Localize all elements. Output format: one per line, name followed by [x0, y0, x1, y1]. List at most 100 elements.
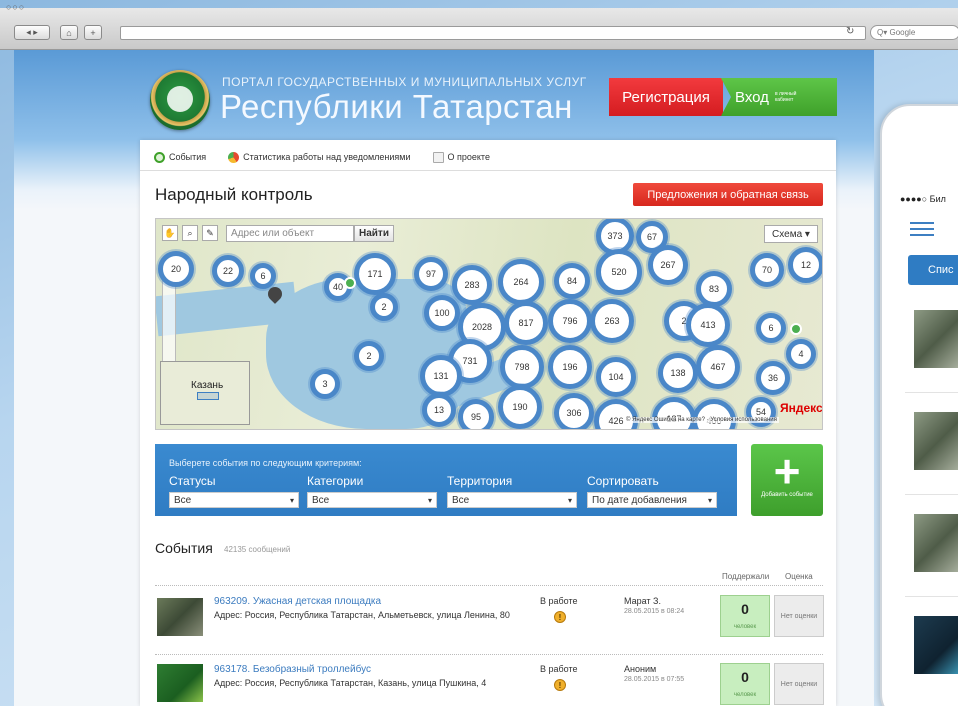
map-cluster[interactable]: 36 [756, 361, 790, 395]
support-counter[interactable]: 0 человек [720, 595, 770, 637]
event-author: Марат З. [624, 596, 661, 606]
tab-statistics[interactable]: Статистика работы над уведомлениями [228, 151, 411, 163]
map-cluster[interactable]: 263 [590, 299, 634, 343]
browser-search-field[interactable]: Q▾ Google [870, 25, 958, 40]
home-icon[interactable]: ⌂ [60, 25, 78, 40]
map-cluster[interactable]: 6 [756, 313, 786, 343]
map-cluster[interactable]: 95 [458, 399, 494, 429]
pie-chart-icon [228, 151, 240, 163]
event-thumbnail[interactable] [157, 598, 203, 636]
document-icon [432, 151, 444, 163]
phone-event-thumbnail[interactable] [914, 310, 958, 368]
events-heading: События [155, 540, 213, 556]
emblem-bird-icon [167, 86, 193, 112]
map-cluster[interactable]: 426 [594, 399, 638, 429]
map-cluster[interactable]: 6 [250, 263, 276, 289]
map-cluster[interactable]: 267 [648, 245, 688, 285]
map-cluster[interactable]: 190 [498, 385, 542, 429]
map-cluster[interactable]: 817 [504, 301, 548, 345]
phone-divider [905, 392, 958, 393]
events-map[interactable]: ✋ ⌕ ✎ Адрес или объект Найти Схема ▾ 373… [155, 218, 823, 430]
window-traffic-lights[interactable]: ○○○ [6, 2, 25, 12]
phone-divider [905, 596, 958, 597]
event-status: В работе [540, 664, 578, 674]
map-cluster[interactable]: 97 [414, 257, 448, 291]
map-cluster[interactable]: 138 [658, 353, 698, 393]
filter-panel: Выберете события по следующим критериям:… [155, 444, 737, 516]
rating-box[interactable]: Нет оценки [774, 663, 824, 705]
address-bar[interactable] [120, 26, 866, 40]
map-cluster[interactable]: 187 [652, 397, 696, 429]
phone-event-thumbnail[interactable] [914, 514, 958, 572]
map-cluster[interactable]: 3 [310, 369, 340, 399]
territory-filter-label: Территория [447, 474, 513, 488]
territory-select[interactable]: Все ▾ [447, 492, 577, 508]
event-title-link[interactable]: 963209. Ужасная детская площадка [214, 596, 381, 607]
event-title-link[interactable]: 963178. Безобразный троллейбус [214, 664, 371, 675]
map-cluster[interactable]: 84 [554, 263, 590, 299]
events-count: 42135 сообщений [224, 545, 291, 554]
map-find-button[interactable]: Найти [354, 225, 394, 242]
ruler-tool-icon[interactable]: ✎ [202, 225, 218, 241]
map-cluster[interactable]: 306 [554, 393, 594, 429]
zoom-tool-icon[interactable]: ⌕ [182, 225, 198, 241]
map-cluster[interactable]: 171 [354, 253, 396, 295]
check-circle-icon [154, 151, 165, 163]
minimap-viewport[interactable] [197, 392, 219, 400]
login-button[interactable]: Вход в личный кабинет [721, 78, 837, 116]
map-cluster[interactable]: 12 [788, 247, 822, 283]
feedback-button[interactable]: Предложения и обратная связь [633, 183, 823, 206]
event-author: Аноним [624, 664, 657, 674]
phone-event-thumbnail[interactable] [914, 412, 958, 470]
event-date: 28.05.2015 в 08:24 [624, 608, 685, 615]
status-filter-label: Статусы [169, 474, 216, 488]
resolved-marker-icon[interactable] [344, 277, 356, 289]
category-select[interactable]: Все ▾ [307, 492, 437, 508]
map-cluster[interactable]: 467 [696, 345, 740, 389]
reload-icon[interactable]: ↻ [846, 26, 854, 37]
event-thumbnail[interactable] [157, 664, 203, 702]
phone-event-thumbnail[interactable] [914, 616, 958, 674]
map-cluster[interactable]: 20 [158, 251, 194, 287]
map-search-input[interactable]: Адрес или объект [226, 225, 354, 242]
map-cluster[interactable]: 83 [696, 271, 732, 307]
filter-title: Выберете события по следующим критериям: [169, 458, 362, 468]
map-cluster[interactable]: 520 [596, 249, 642, 295]
rating-box[interactable]: Нет оценки [774, 595, 824, 637]
status-select[interactable]: Все ▾ [169, 492, 299, 508]
phone-list-tab[interactable]: Спис [908, 255, 958, 285]
hamburger-menu-icon[interactable] [910, 222, 934, 236]
map-cluster[interactable]: 798 [500, 345, 544, 389]
map-cluster[interactable]: 4 [786, 339, 816, 369]
map-cluster[interactable]: 70 [750, 253, 784, 287]
register-button[interactable]: Регистрация [609, 78, 723, 116]
tab-events[interactable]: События [154, 151, 206, 163]
support-counter[interactable]: 0 человек [720, 663, 770, 705]
add-event-button[interactable]: + Добавить событие [751, 444, 823, 516]
search-icon: Q▾ [877, 28, 890, 37]
sort-select[interactable]: По дате добавления ▾ [587, 492, 717, 508]
map-cluster[interactable]: 264 [498, 259, 544, 305]
map-cluster[interactable]: 100 [424, 295, 460, 331]
map-cluster[interactable]: 283 [452, 265, 492, 305]
map-copyright[interactable]: © Яндекс Ошибка на карте? · Условия испо… [624, 417, 779, 423]
map-cluster[interactable]: 2 [370, 293, 398, 321]
hand-tool-icon[interactable]: ✋ [162, 225, 178, 241]
minimap-city-label: Казань [191, 380, 224, 391]
map-cluster[interactable]: 196 [548, 345, 592, 389]
map-cluster[interactable]: 22 [212, 255, 244, 287]
in-progress-icon: ! [554, 611, 566, 623]
map-type-dropdown[interactable]: Схема ▾ [764, 225, 818, 243]
map-cluster[interactable]: 796 [548, 299, 592, 343]
map-cluster[interactable]: 131 [420, 355, 462, 397]
tab-about[interactable]: О проекте [432, 151, 490, 163]
map-cluster[interactable]: 400 [692, 399, 736, 429]
new-tab-button[interactable]: + [84, 25, 102, 40]
map-cluster[interactable]: 413 [686, 303, 730, 347]
resolved-marker-icon[interactable] [790, 323, 802, 335]
map-cluster[interactable]: 13 [422, 393, 456, 427]
map-cluster[interactable]: 104 [596, 357, 636, 397]
map-cluster[interactable]: 2 [354, 341, 384, 371]
back-forward-buttons[interactable]: ◂ ▸ [14, 25, 50, 40]
overview-minimap[interactable]: Казань [160, 361, 250, 425]
